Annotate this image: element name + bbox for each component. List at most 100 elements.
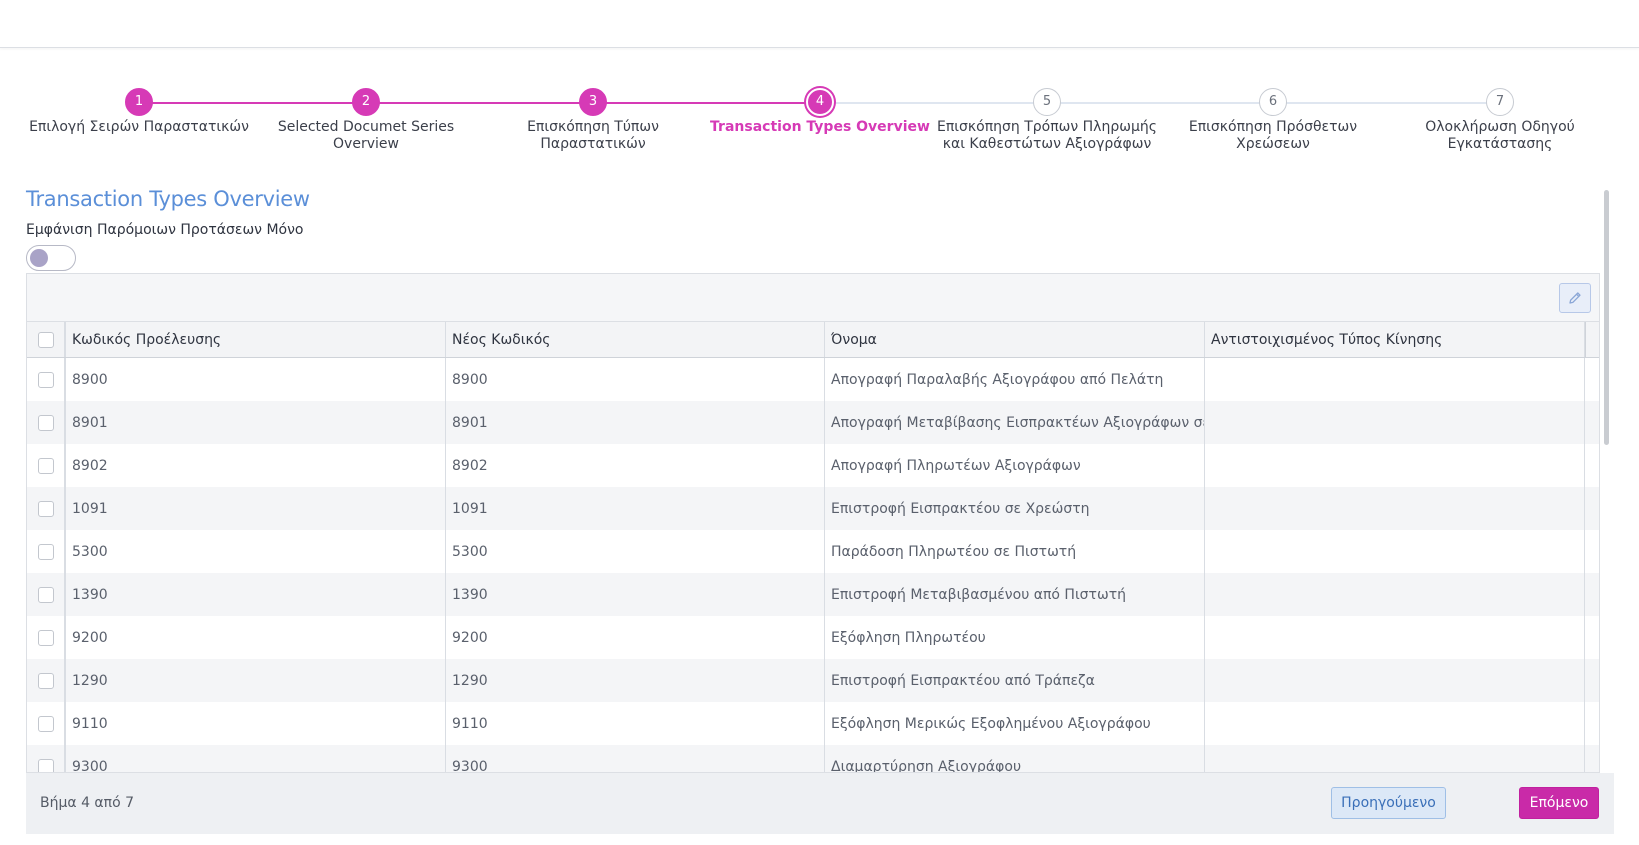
mapped-type-cell[interactable]: [1205, 487, 1585, 530]
name-cell: Εξόφληση Μερικώς Εξοφλημένου Αξιογράφου: [825, 702, 1205, 745]
row-checkbox[interactable]: [37, 715, 54, 732]
vertical-scrollbar[interactable]: [1604, 190, 1609, 445]
row-select-cell: [27, 659, 66, 702]
table-row[interactable]: 9110 9110 Εξόφληση Μερικώς Εξοφλημένου Α…: [27, 702, 1599, 745]
transaction-types-table: Κωδικός Προέλευσης Νέος Κωδικός Όνομα Αν…: [26, 273, 1600, 773]
new-code-cell[interactable]: 9300: [446, 745, 825, 772]
row-checkbox[interactable]: [37, 500, 54, 517]
step-7[interactable]: 7 Ολοκλήρωση Οδηγού Εγκατάστασης: [1385, 86, 1615, 153]
row-checkbox[interactable]: [37, 371, 54, 388]
step-4[interactable]: 4 Transaction Types Overview: [705, 86, 935, 136]
step-number: 1: [125, 88, 153, 116]
step-6[interactable]: 6 Επισκόπηση Πρόσθετων Χρεώσεων: [1158, 86, 1388, 153]
mapped-type-cell[interactable]: [1205, 702, 1585, 745]
new-code-cell[interactable]: 1290: [446, 659, 825, 702]
source-code-cell: 9110: [66, 702, 446, 745]
new-code-cell[interactable]: 9200: [446, 616, 825, 659]
mapped-type-cell[interactable]: [1205, 530, 1585, 573]
new-code-cell[interactable]: 5300: [446, 530, 825, 573]
row-checkbox[interactable]: [37, 629, 54, 646]
step-2[interactable]: 2 Selected Documet Series Overview: [251, 86, 481, 153]
source-code-cell: 8900: [66, 358, 446, 401]
table-row[interactable]: 1091 1091 Επιστροφή Εισπρακτέου σε Χρεώσ…: [27, 487, 1599, 530]
step-number: 4: [806, 88, 834, 116]
row-select-cell: [27, 573, 66, 616]
source-code-cell: 8902: [66, 444, 446, 487]
table-row[interactable]: 8902 8902 Απογραφή Πληρωτέων Αξιογράφων: [27, 444, 1599, 487]
mapped-type-cell[interactable]: [1205, 745, 1585, 772]
table-row[interactable]: 9200 9200 Εξόφληση Πληρωτέου: [27, 616, 1599, 659]
pencil-icon: [1569, 292, 1581, 304]
row-select-cell: [27, 702, 66, 745]
source-code-cell: 1390: [66, 573, 446, 616]
source-code-cell: 1091: [66, 487, 446, 530]
similar-only-toggle[interactable]: [26, 245, 76, 271]
step-number: 6: [1259, 88, 1287, 116]
table-row[interactable]: 1290 1290 Επιστροφή Εισπρακτέου από Τράπ…: [27, 659, 1599, 702]
row-select-cell: [27, 444, 66, 487]
step-label: Επισκόπηση Πρόσθετων Χρεώσεων: [1188, 119, 1358, 152]
table-row[interactable]: 1390 1390 Επιστροφή Μεταβιβασμένου από Π…: [27, 573, 1599, 616]
step-label: Transaction Types Overview: [710, 119, 930, 135]
new-code-cell[interactable]: 8902: [446, 444, 825, 487]
new-code-cell[interactable]: 9110: [446, 702, 825, 745]
name-cell: Επιστροφή Εισπρακτέου από Τράπεζα: [825, 659, 1205, 702]
step-counter: Βήμα 4 από 7: [40, 795, 135, 811]
step-3[interactable]: 3 Επισκόπηση Τύπων Παραστατικών: [478, 86, 708, 153]
table-header: Κωδικός Προέλευσης Νέος Κωδικός Όνομα Αν…: [27, 322, 1599, 358]
new-code-cell[interactable]: 8901: [446, 401, 825, 444]
source-code-cell: 1290: [66, 659, 446, 702]
new-code-cell[interactable]: 1390: [446, 573, 825, 616]
mapped-type-cell[interactable]: [1205, 616, 1585, 659]
table-row[interactable]: 5300 5300 Παράδοση Πληρωτέου σε Πιστωτή: [27, 530, 1599, 573]
step-number: 3: [579, 88, 607, 116]
top-bar: [0, 0, 1639, 48]
wizard-stepper: 1 Επιλογή Σειρών Παραστατικών 2 Selected…: [0, 86, 1639, 166]
mapped-type-cell[interactable]: [1205, 401, 1585, 444]
row-select-cell: [27, 358, 66, 401]
step-5[interactable]: 5 Επισκόπηση Τρόπων Πληρωμής και Καθεστώ…: [932, 86, 1162, 153]
row-checkbox[interactable]: [37, 414, 54, 431]
step-1[interactable]: 1 Επιλογή Σειρών Παραστατικών: [24, 86, 254, 136]
mapped-type-cell[interactable]: [1205, 444, 1585, 487]
table-toolbar: [27, 274, 1599, 322]
edit-button[interactable]: [1559, 283, 1591, 313]
mapped-type-cell[interactable]: [1205, 573, 1585, 616]
new-code-cell[interactable]: 8900: [446, 358, 825, 401]
row-checkbox[interactable]: [37, 586, 54, 603]
step-number: 7: [1486, 88, 1514, 116]
table-row[interactable]: 8900 8900 Απογραφή Παραλαβής Αξιογράφου …: [27, 358, 1599, 401]
mapped-type-cell[interactable]: [1205, 659, 1585, 702]
row-select-cell: [27, 401, 66, 444]
source-code-cell: 8901: [66, 401, 446, 444]
row-select-cell: [27, 616, 66, 659]
row-checkbox[interactable]: [37, 672, 54, 689]
mapped-type-cell[interactable]: [1205, 358, 1585, 401]
step-number: 2: [352, 88, 380, 116]
select-all-checkbox[interactable]: [37, 331, 54, 348]
step-label: Επισκόπηση Τρόπων Πληρωμής και Καθεστώτω…: [937, 119, 1157, 152]
table-row[interactable]: 9300 9300 Διαμαρτύρηση Αξιογράφου: [27, 745, 1599, 772]
name-cell: Απογραφή Πληρωτέων Αξιογράφων: [825, 444, 1205, 487]
column-header-mapped-type[interactable]: Αντιστοιχισμένος Τύπος Κίνησης: [1205, 322, 1585, 357]
column-header-name[interactable]: Όνομα: [825, 322, 1205, 357]
row-checkbox[interactable]: [37, 543, 54, 560]
name-cell: Απογραφή Παραλαβής Αξιογράφου από Πελάτη: [825, 358, 1205, 401]
next-button[interactable]: Επόμενο: [1519, 787, 1599, 819]
step-label: Επισκόπηση Τύπων Παραστατικών: [527, 119, 659, 152]
previous-button[interactable]: Προηγούμενο: [1331, 787, 1446, 819]
similar-only-toggle-label: Εμφάνιση Παρόμοιων Προτάσεων Μόνο: [26, 222, 304, 238]
table-row[interactable]: 8901 8901 Απογραφή Μεταβίβασης Εισπρακτέ…: [27, 401, 1599, 444]
name-cell: Παράδοση Πληρωτέου σε Πιστωτή: [825, 530, 1205, 573]
name-cell: Επιστροφή Μεταβιβασμένου από Πιστωτή: [825, 573, 1205, 616]
column-header-new-code[interactable]: Νέος Κωδικός: [446, 322, 825, 357]
wizard-footer: Βήμα 4 από 7 Προηγούμενο Επόμενο: [26, 773, 1614, 834]
row-checkbox[interactable]: [37, 457, 54, 474]
name-cell: Απογραφή Μεταβίβασης Εισπρακτέων Αξιογρά…: [825, 401, 1205, 444]
row-select-cell: [27, 530, 66, 573]
toggle-knob: [30, 249, 48, 267]
column-header-source-code[interactable]: Κωδικός Προέλευσης: [66, 322, 446, 357]
row-checkbox[interactable]: [37, 758, 54, 772]
new-code-cell[interactable]: 1091: [446, 487, 825, 530]
page-title: Transaction Types Overview: [26, 187, 310, 211]
